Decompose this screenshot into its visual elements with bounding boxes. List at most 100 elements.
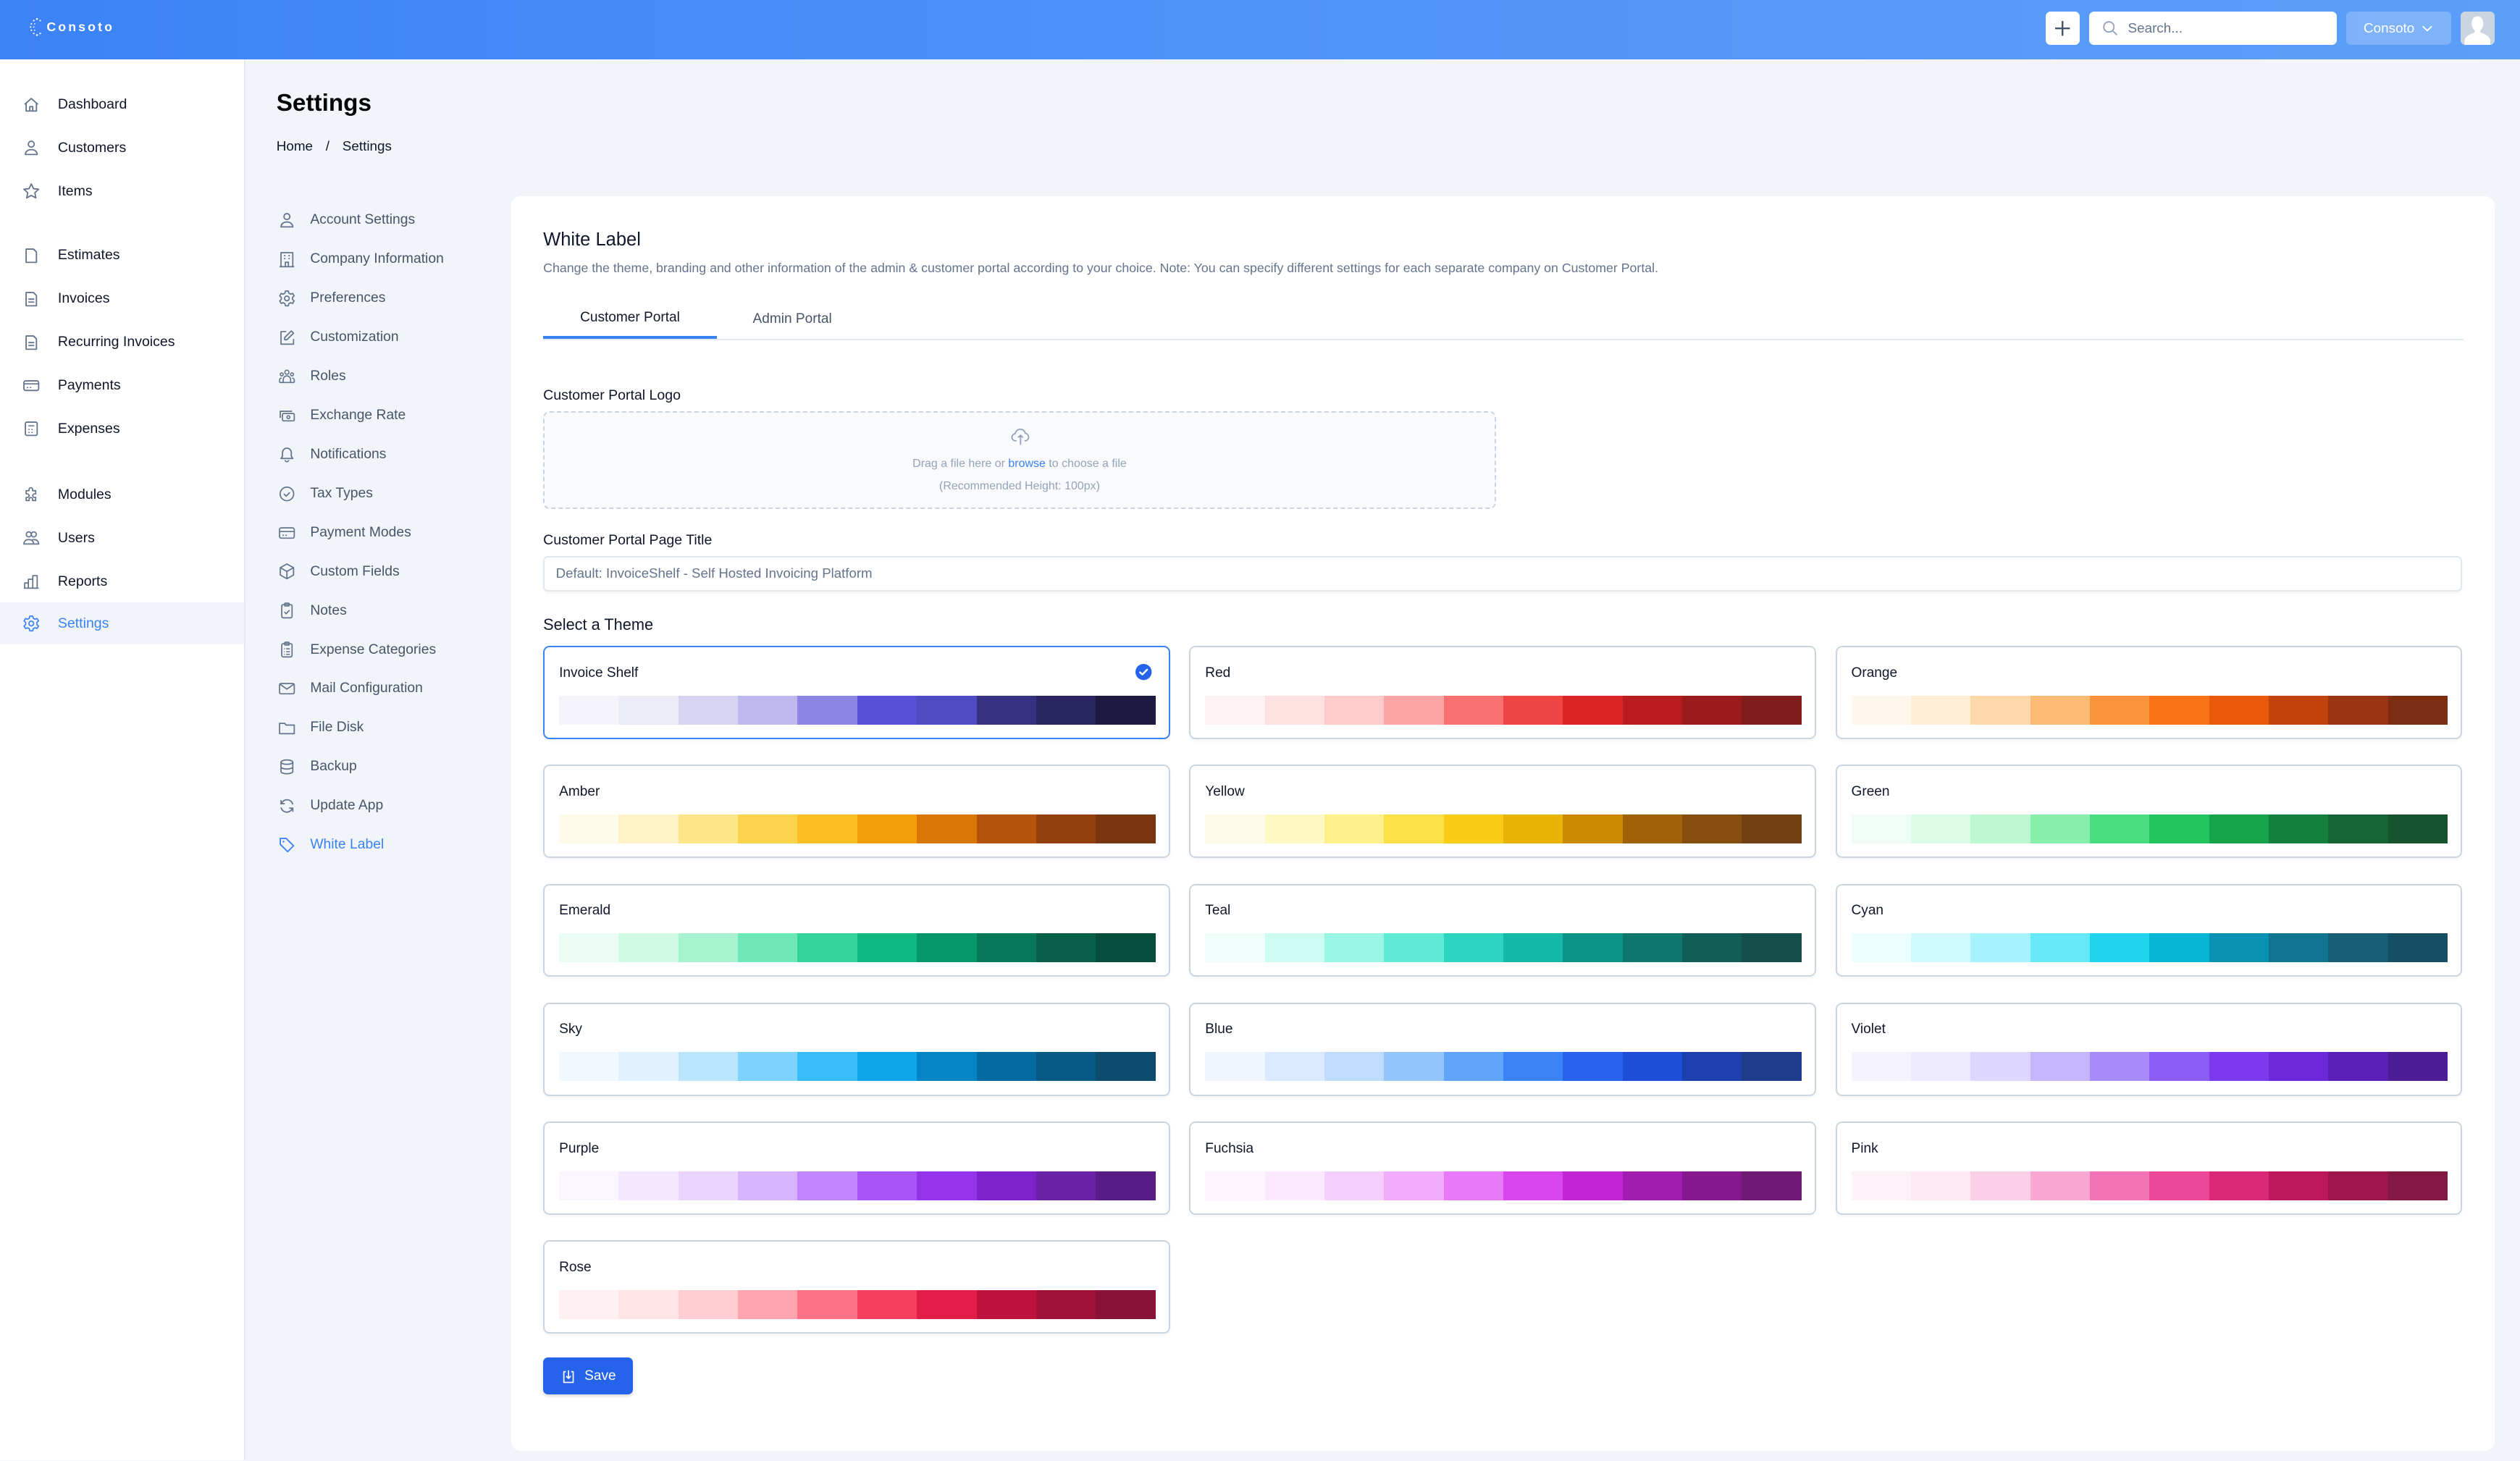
theme-option-orange[interactable]: Orange: [1835, 646, 2463, 739]
logo-upload-dropzone[interactable]: Drag a file here or browse to choose a f…: [543, 411, 1496, 510]
theme-option-red[interactable]: Red: [1189, 646, 1816, 739]
color-swatch-100: [1264, 933, 1324, 963]
settings-item-update-app[interactable]: Update App: [277, 786, 502, 825]
save-button[interactable]: Save: [543, 1357, 634, 1395]
color-swatch-200: [1970, 1171, 2030, 1200]
theme-name: Rose: [559, 1259, 592, 1275]
color-swatch-50: [1851, 1171, 1911, 1200]
settings-item-company-information[interactable]: Company Information: [277, 240, 502, 279]
theme-option-green[interactable]: Green: [1835, 765, 2463, 859]
color-swatch-500: [1503, 814, 1563, 843]
settings-item-notifications[interactable]: Notifications: [277, 435, 502, 474]
color-swatch-400: [1443, 1171, 1504, 1200]
sidebar-item-settings[interactable]: Settings: [0, 602, 245, 644]
color-swatch-50: [1851, 1052, 1911, 1082]
sidebar-item-label: Reports: [57, 573, 108, 589]
sidebar-item-recurring-invoices[interactable]: Recurring Invoices: [0, 321, 244, 363]
color-swatch-100: [618, 814, 679, 843]
theme-option-blue[interactable]: Blue: [1189, 1002, 1816, 1096]
theme-option-violet[interactable]: Violet: [1835, 1002, 2463, 1096]
dropzone-text: Drag a file here or: [912, 458, 1009, 471]
settings-item-exchange-rate[interactable]: Exchange Rate: [277, 396, 502, 435]
color-swatch-100: [1910, 814, 1971, 843]
settings-item-mail-configuration[interactable]: Mail Configuration: [277, 669, 502, 708]
theme-name: Fuchsia: [1205, 1140, 1254, 1156]
logo[interactable]: Consoto: [29, 17, 114, 37]
company-switcher[interactable]: Consoto: [2346, 11, 2451, 46]
sidebar-item-customers[interactable]: Customers: [0, 127, 244, 169]
theme-option-yellow[interactable]: Yellow: [1189, 765, 1816, 859]
page-title-input[interactable]: [543, 555, 2463, 591]
settings-item-file-disk[interactable]: File Disk: [277, 708, 502, 747]
browse-link[interactable]: browse: [1008, 458, 1045, 470]
color-swatch-900: [1096, 1171, 1156, 1200]
settings-item-payment-modes[interactable]: Payment Modes: [277, 513, 502, 552]
sidebar-item-estimates[interactable]: Estimates: [0, 235, 244, 277]
settings-item-label: Update App: [310, 798, 384, 814]
tab-customer-portal[interactable]: Customer Portal: [543, 300, 717, 339]
create-new-button[interactable]: [2046, 11, 2080, 46]
color-swatch-600: [2209, 933, 2269, 963]
color-swatch-600: [917, 933, 977, 963]
color-swatch-400: [797, 1289, 857, 1319]
white-label-card: White Label Change the theme, branding a…: [511, 195, 2495, 1452]
color-swatch-strip: [1851, 933, 2448, 963]
color-swatch-600: [917, 814, 977, 843]
sidebar-item-items[interactable]: Items: [0, 170, 244, 212]
settings-item-custom-fields[interactable]: Custom Fields: [277, 552, 502, 591]
breadcrumb-home-link[interactable]: Home: [277, 138, 313, 154]
color-swatch-800: [2328, 933, 2388, 963]
sidebar-item-invoices[interactable]: Invoices: [0, 278, 244, 320]
settings-item-notes[interactable]: Notes: [277, 591, 502, 631]
settings-item-preferences[interactable]: Preferences: [277, 279, 502, 318]
theme-option-cyan[interactable]: Cyan: [1835, 883, 2463, 977]
users-icon: [22, 529, 40, 547]
sidebar-item-modules[interactable]: Modules: [0, 474, 244, 516]
color-swatch-600: [1563, 695, 1623, 725]
cube-icon: [278, 563, 295, 580]
tab-admin-portal[interactable]: Admin Portal: [723, 300, 862, 337]
color-swatch-300: [1384, 695, 1444, 725]
theme-option-purple[interactable]: Purple: [543, 1121, 1170, 1215]
sidebar-item-payments[interactable]: Payments: [0, 365, 244, 407]
color-swatch-300: [738, 1289, 798, 1319]
settings-item-label: Tax Types: [310, 485, 373, 501]
check-circle-icon: [278, 485, 295, 502]
settings-item-backup[interactable]: Backup: [277, 747, 502, 786]
sidebar-item-users[interactable]: Users: [0, 518, 244, 560]
cash-icon: [278, 407, 295, 424]
theme-option-rose[interactable]: Rose: [543, 1240, 1170, 1334]
color-swatch-strip: [559, 1052, 1156, 1082]
color-swatch-300: [738, 1052, 798, 1082]
global-search[interactable]: [2089, 11, 2338, 46]
user-avatar[interactable]: [2460, 11, 2495, 46]
sidebar-item-dashboard[interactable]: Dashboard: [0, 83, 244, 125]
color-swatch-300: [738, 695, 798, 725]
sidebar-item-expenses[interactable]: Expenses: [0, 408, 244, 450]
settings-item-roles[interactable]: Roles: [277, 357, 502, 396]
theme-option-pink[interactable]: Pink: [1835, 1121, 2463, 1215]
theme-option-amber[interactable]: Amber: [543, 765, 1170, 859]
settings-item-white-label[interactable]: White Label: [277, 825, 502, 864]
sidebar-item-reports[interactable]: Reports: [0, 561, 244, 603]
document-text-icon: [22, 334, 40, 351]
settings-item-tax-types[interactable]: Tax Types: [277, 474, 502, 513]
color-swatch-900: [2387, 695, 2448, 725]
settings-item-account-settings[interactable]: Account Settings: [277, 201, 502, 240]
building-icon: [278, 250, 295, 268]
color-swatch-strip: [1851, 1171, 2448, 1200]
search-input[interactable]: [2128, 20, 2321, 36]
color-swatch-strip: [1205, 695, 1802, 725]
theme-option-emerald[interactable]: Emerald: [543, 883, 1170, 977]
sidebar-item-label: Items: [57, 182, 93, 199]
color-swatch-900: [1742, 814, 1802, 843]
theme-option-fuchsia[interactable]: Fuchsia: [1189, 1121, 1816, 1215]
color-swatch-strip: [559, 1171, 1156, 1200]
color-swatch-200: [1324, 933, 1385, 963]
settings-item-expense-categories[interactable]: Expense Categories: [277, 631, 502, 670]
theme-option-invoice-shelf[interactable]: Invoice Shelf: [543, 646, 1170, 739]
settings-item-customization[interactable]: Customization: [277, 318, 502, 357]
theme-option-teal[interactable]: Teal: [1189, 883, 1816, 977]
color-swatch-200: [1324, 1052, 1385, 1082]
theme-option-sky[interactable]: Sky: [543, 1002, 1170, 1096]
